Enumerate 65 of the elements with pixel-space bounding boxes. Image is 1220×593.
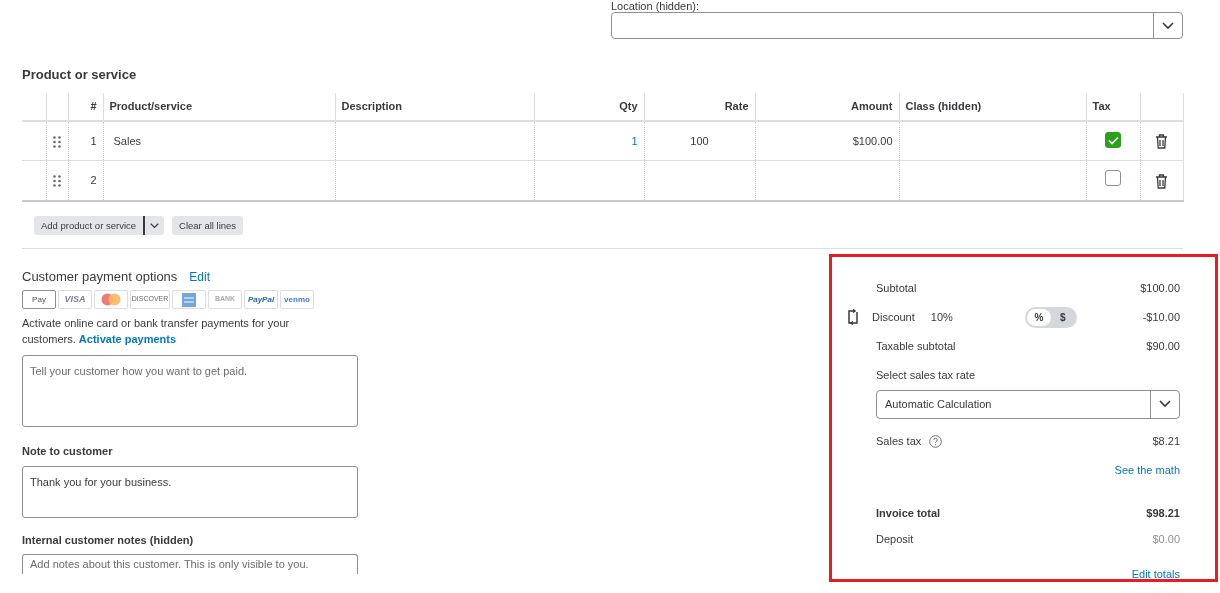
- column-header: Product/service: [109, 99, 193, 112]
- activate-payments-link[interactable]: Activate payments: [78, 333, 177, 345]
- total-label: Deposit: [876, 532, 914, 548]
- tax-checkbox[interactable]: [1105, 132, 1121, 149]
- clear-lines-button[interactable]: Clear all lines: [172, 215, 244, 235]
- trash-icon[interactable]: [1155, 134, 1168, 150]
- table-cell: 100: [690, 134, 709, 147]
- drag-handle-icon[interactable]: [53, 135, 61, 148]
- help-icon[interactable]: [929, 434, 943, 448]
- column-header: Description: [341, 99, 402, 112]
- table-cell: 2: [90, 174, 97, 186]
- payment-logo: venmo: [280, 290, 314, 309]
- field-label: Select sales tax rate: [876, 367, 976, 383]
- total-label: Subtotal: [876, 280, 917, 296]
- drag-handle-icon[interactable]: [53, 175, 61, 188]
- total-label: Invoice total: [876, 505, 941, 521]
- total-value: $98.21: [1146, 505, 1180, 521]
- payment-logo: VISA: [58, 290, 92, 309]
- column-header: #: [90, 99, 97, 112]
- table-cell: 1: [631, 134, 638, 147]
- caret-icon: [150, 223, 160, 229]
- total-value: $8.21: [1152, 433, 1180, 449]
- section-title: Product or service: [22, 66, 138, 84]
- payment-logo: Pay: [22, 290, 56, 309]
- tax-rate-dropdown[interactable]: Automatic Calculation: [876, 389, 1180, 419]
- chevron-down-icon: [1162, 21, 1174, 30]
- note-field[interactable]: Thank you for your business.: [22, 465, 358, 518]
- column-header: Tax: [1092, 99, 1111, 112]
- location-dropdown[interactable]: [611, 12, 1183, 39]
- chevron-down-icon: [1159, 400, 1171, 408]
- section-title: Customer payment options: [22, 267, 178, 286]
- column-header: Qty: [619, 99, 638, 112]
- discount-rate: 10%: [930, 309, 953, 325]
- tax-checkbox[interactable]: [1105, 170, 1121, 186]
- payment-instructions-field[interactable]: Tell your customer how you want to get paid.: [22, 355, 358, 427]
- total-value: $90.00: [1146, 338, 1180, 354]
- discount-type-option[interactable]: %: [1026, 308, 1051, 326]
- total-label: Sales tax: [876, 433, 922, 449]
- dropdown-toggle[interactable]: [145, 215, 165, 235]
- edit-totals-link[interactable]: Edit totals: [1131, 565, 1180, 583]
- column-header: Rate: [724, 99, 749, 112]
- add-product-button[interactable]: Add product or service: [34, 215, 146, 235]
- swap-icon[interactable]: [847, 309, 859, 325]
- trash-icon[interactable]: [1155, 173, 1168, 189]
- column-header: Amount: [850, 99, 893, 112]
- see-math-link[interactable]: See the math: [1114, 461, 1180, 479]
- total-value: $0.00: [1152, 532, 1180, 548]
- table-cell: $100.00: [852, 134, 893, 147]
- discount-type-option[interactable]: $: [1050, 308, 1075, 326]
- column-header: Class (hidden): [905, 99, 982, 112]
- field-label: Location (hidden):: [611, 0, 701, 12]
- total-value: $100.00: [1140, 280, 1180, 296]
- table-cell: 1: [90, 134, 97, 147]
- field-label: Internal customer notes (hidden): [22, 532, 195, 548]
- payment-logo: [94, 290, 128, 309]
- activation-text: Activate online card or bank transfer payments for your customers. Activate payments: [22, 316, 291, 347]
- payment-logo: [172, 290, 206, 309]
- internal-notes-field[interactable]: Add notes about this customer. This is only visible to you.: [22, 554, 358, 574]
- field-label: Note to customer: [22, 444, 114, 459]
- total-value: -$10.00: [1142, 309, 1180, 325]
- total-label: Discount: [872, 309, 915, 325]
- table-cell: Sales: [113, 134, 142, 147]
- total-label: Taxable subtotal: [876, 338, 956, 354]
- edit-link[interactable]: Edit: [189, 267, 211, 286]
- payment-logo: PayPal: [244, 290, 278, 309]
